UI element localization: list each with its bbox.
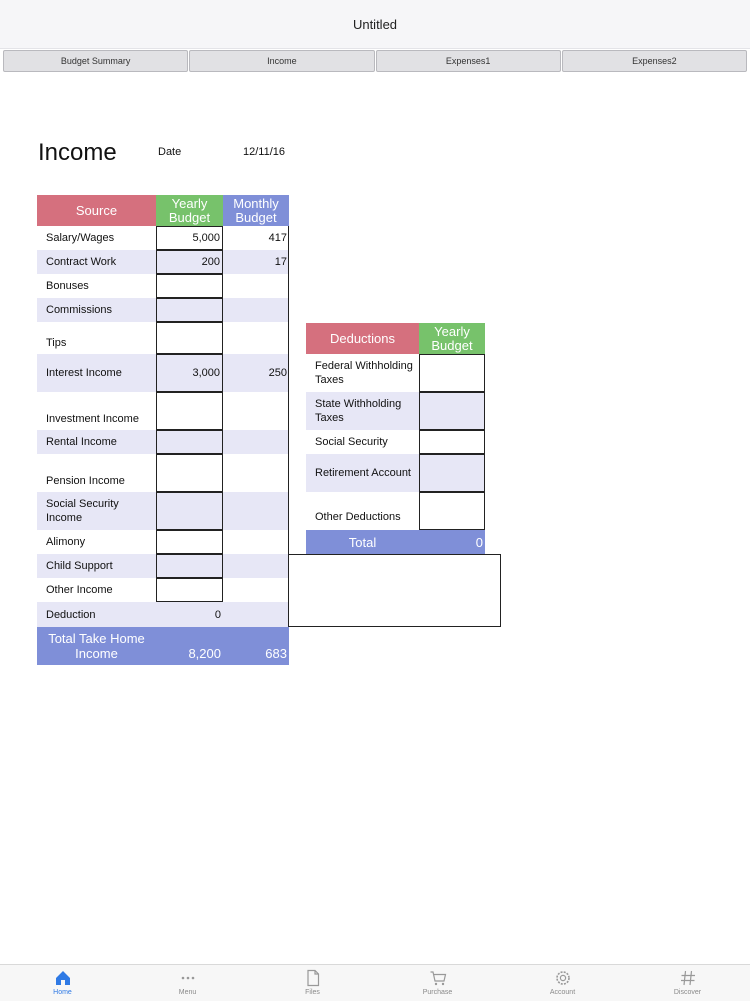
header-yearly-budget: Yearly Budget [156, 195, 223, 226]
date-value[interactable]: 12/11/16 [243, 146, 285, 158]
tab-label: Purchase [422, 989, 453, 996]
tab-label: Files [305, 989, 320, 996]
deduction-yearly-cell[interactable] [419, 354, 485, 392]
income-table-border [37, 226, 289, 627]
deduction-yearly-cell[interactable] [419, 392, 485, 430]
date-label: Date [158, 146, 182, 158]
header-deductions-yearly: Yearly Budget [419, 323, 485, 354]
tab-discover[interactable]: Discover [625, 965, 750, 1001]
tab-account[interactable]: Account [500, 965, 625, 1001]
header-deductions: Deductions [306, 323, 419, 354]
deduction-row-label: Retirement Account [306, 454, 419, 492]
window-title: Untitled [352, 16, 398, 32]
deduction-row-label: Federal Withholding Taxes [315, 360, 413, 386]
file-icon [306, 969, 319, 987]
sheet-tab-bar: Budget Summary Income Expenses1 Expenses… [3, 50, 747, 74]
page-title: Income [38, 139, 117, 166]
tab-label: Home [53, 989, 72, 996]
deduction-yearly-cell[interactable] [419, 430, 485, 454]
title-bar: Untitled [0, 0, 750, 49]
total-yearly-value: 8,200 [156, 627, 223, 665]
total-take-home-label: Total Take Home Income [37, 627, 156, 665]
header-monthly-budget: Monthly Budget [223, 195, 289, 226]
gear-icon [555, 971, 570, 985]
tab-files[interactable]: Files [250, 965, 375, 1001]
deduction-row-label: State Withholding Taxes [306, 392, 419, 430]
tab-label: Account [549, 989, 576, 996]
blank-cell-region[interactable] [289, 554, 501, 627]
total-monthly-value: 683 [223, 627, 289, 665]
tab-expenses1[interactable]: Expenses1 [375, 50, 561, 72]
more-dots-icon [181, 976, 194, 980]
tab-expenses2[interactable]: Expenses2 [561, 50, 747, 72]
deduction-yearly-cell[interactable] [419, 492, 485, 530]
cart-icon [430, 971, 446, 986]
tab-label: Discover [673, 989, 702, 996]
tab-income[interactable]: Income [189, 50, 375, 72]
deductions-total-value: 0 [419, 530, 485, 554]
tab-home[interactable]: Home [0, 965, 125, 1001]
tab-label: Menu [178, 989, 197, 996]
tab-budget-summary[interactable]: Budget Summary [3, 50, 189, 72]
deduction-row-label: Social Security [315, 436, 388, 448]
tab-purchase[interactable]: Purchase [375, 965, 500, 1001]
deductions-total-label: Total [306, 530, 419, 554]
hashtag-icon [680, 970, 695, 986]
header-source: Source [37, 195, 156, 226]
deduction-yearly-cell[interactable] [419, 454, 485, 492]
home-icon [55, 971, 70, 985]
bottom-tab-bar: Home Menu Files Purchase Account Discove… [0, 964, 750, 1001]
tab-menu[interactable]: Menu [125, 965, 250, 1001]
deduction-row-label: Other Deductions [315, 511, 401, 523]
